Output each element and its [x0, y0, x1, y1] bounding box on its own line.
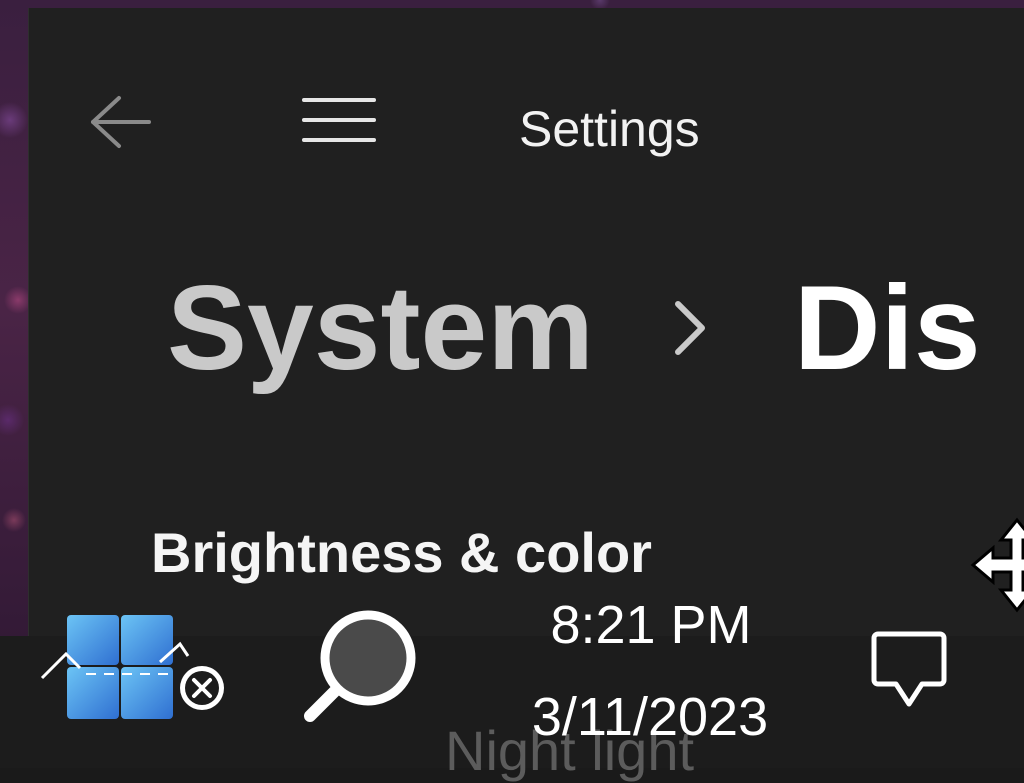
start-button[interactable]: [40, 610, 230, 720]
search-icon: [304, 610, 416, 722]
move-cursor-icon: [953, 510, 1024, 620]
breadcrumb-item-system[interactable]: System: [167, 268, 594, 388]
window-title: Settings: [519, 101, 700, 157]
chat-bubble-icon: [871, 631, 947, 707]
notifications-button[interactable]: [866, 626, 952, 712]
menu-button[interactable]: [299, 88, 379, 152]
back-button[interactable]: [89, 90, 153, 154]
section-heading: Brightness & color: [151, 521, 652, 584]
chevron-right-icon: [672, 298, 708, 358]
hamburger-menu-icon: [302, 98, 376, 142]
page-title: Dis: [793, 261, 981, 395]
close-badge-icon: [180, 666, 224, 710]
clock-date: 3/11/2023: [531, 687, 769, 747]
taskbar-clock[interactable]: 8:21 PM 3/11/2023: [500, 592, 800, 750]
back-arrow-icon: [91, 96, 151, 148]
breadcrumb: System Dis: [167, 258, 981, 398]
clock-time: 8:21 PM: [550, 595, 752, 655]
search-button[interactable]: [296, 602, 428, 732]
